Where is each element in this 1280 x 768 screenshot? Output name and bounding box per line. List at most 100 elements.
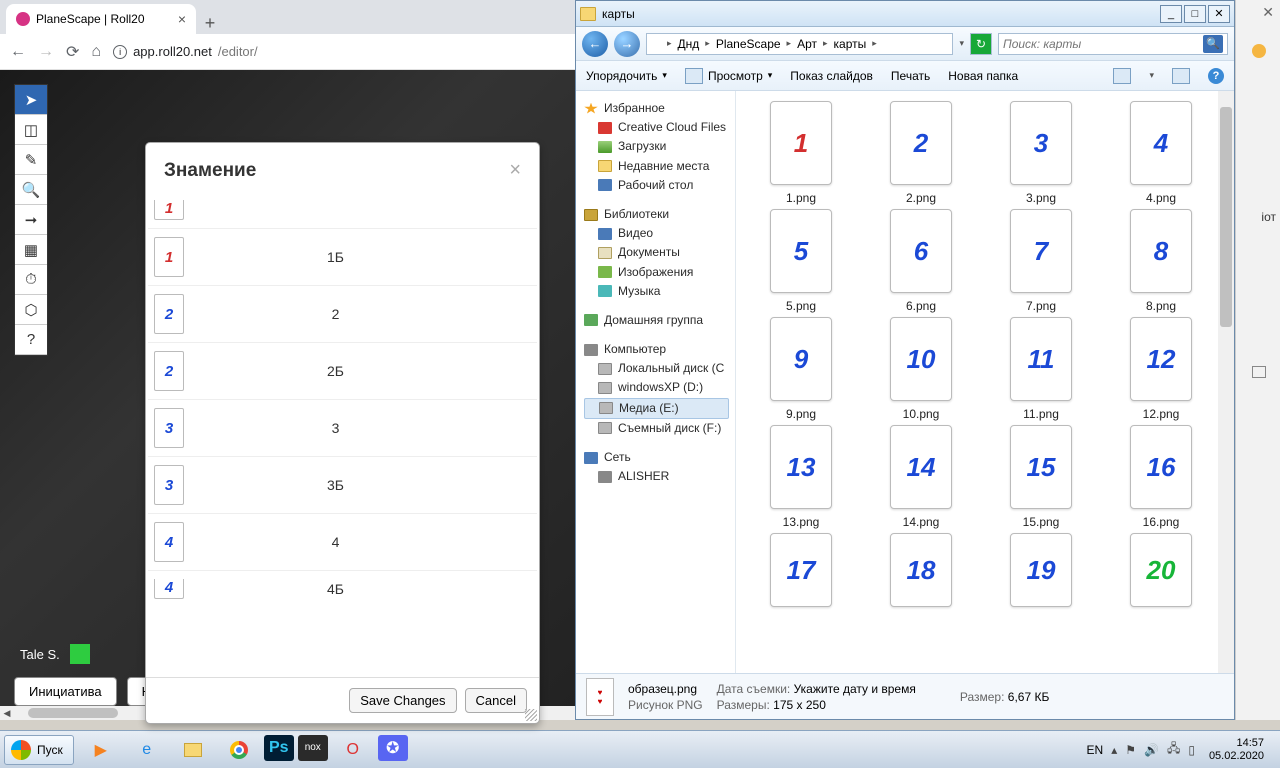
draw-tool-icon[interactable]: ✎ [15, 145, 47, 175]
browser-tab[interactable]: PlaneScape | Roll20 × [6, 4, 196, 34]
search-box[interactable]: 🔍 [998, 33, 1228, 55]
tray-battery-icon[interactable]: ▯ [1188, 743, 1195, 757]
chevron-right-icon[interactable]: ▸ [787, 38, 792, 49]
save-button[interactable]: Save Changes [349, 688, 456, 713]
file-item[interactable]: 17 [742, 533, 860, 607]
file-item[interactable]: 22.png [862, 101, 980, 205]
chevron-down-icon[interactable]: ▾ [959, 38, 964, 49]
card-row[interactable]: 1 [148, 192, 537, 228]
file-item[interactable]: 18 [862, 533, 980, 607]
file-item[interactable]: 1313.png [742, 425, 860, 529]
ie-icon[interactable]: e [126, 735, 168, 765]
maximize-icon[interactable]: □ [1184, 5, 1206, 23]
tree-item[interactable]: Музыка [584, 282, 735, 301]
resize-grip-icon[interactable] [525, 709, 537, 721]
card-row[interactable]: 33 [148, 399, 537, 456]
file-item[interactable]: 11.png [742, 101, 860, 205]
card-row[interactable]: 11Б [148, 228, 537, 285]
breadcrumb-segment[interactable]: Днд [674, 37, 704, 51]
view-options-icon[interactable] [1113, 68, 1131, 84]
minimize-icon[interactable]: _ [1160, 5, 1182, 23]
card-thumbnail[interactable]: 4 [154, 522, 184, 562]
breadcrumb-segment[interactable]: карты [830, 37, 871, 51]
cancel-button[interactable]: Cancel [465, 688, 527, 713]
tray-flag-icon[interactable]: ⚑ [1125, 743, 1136, 757]
breadcrumb-segment[interactable]: PlaneScape [712, 37, 785, 51]
explorer-titlebar[interactable]: карты _ □ ✕ [576, 1, 1234, 27]
tree-item[interactable]: Creative Cloud Files [584, 118, 735, 137]
card-row[interactable]: 22 [148, 285, 537, 342]
file-grid[interactable]: 11.png22.png33.png44.png 55.png66.png77.p… [736, 91, 1234, 673]
search-input[interactable] [1003, 37, 1203, 51]
card-row[interactable]: 44Б [148, 570, 537, 607]
refresh-icon[interactable]: ↻ [970, 33, 992, 55]
peek-icon[interactable] [1252, 366, 1266, 378]
start-button[interactable]: Пуск [4, 735, 74, 765]
file-item[interactable]: 20 [1102, 533, 1220, 607]
tree-item[interactable]: Загрузки [584, 137, 735, 156]
media-player-icon[interactable]: ▶ [80, 735, 122, 765]
file-item[interactable]: 1616.png [1102, 425, 1220, 529]
new-folder-button[interactable]: Новая папка [948, 69, 1018, 83]
card-thumbnail[interactable]: 4 [154, 579, 184, 599]
taskbar-clock[interactable]: 14:57 05.02.2020 [1203, 737, 1270, 762]
roll20-canvas[interactable]: ➤ ◫ ✎ 🔍 ➞ ▦ ⏱ ⬡ ? Знамение × 111Б2222Б33… [0, 70, 575, 720]
card-thumbnail[interactable]: 3 [154, 465, 184, 505]
background-window[interactable]: ✕ іот [1235, 0, 1280, 720]
file-item[interactable]: 1414.png [862, 425, 980, 529]
tree-group-header[interactable]: Домашняя группа [584, 311, 735, 330]
tree-item[interactable]: Съемный диск (F:) [584, 419, 735, 438]
file-item[interactable]: 44.png [1102, 101, 1220, 205]
dice-tool-icon[interactable]: ⬡ [15, 295, 47, 325]
layers-tool-icon[interactable]: ◫ [15, 115, 47, 145]
tree-item[interactable]: Локальный диск (C [584, 359, 735, 378]
site-info-icon[interactable]: i [113, 45, 127, 59]
discord-icon[interactable]: ✪ [378, 735, 408, 761]
tree-item[interactable]: Рабочий стол [584, 176, 735, 195]
card-row[interactable]: 33Б [148, 456, 537, 513]
tray-volume-icon[interactable]: 🔊 [1144, 743, 1159, 757]
breadcrumb[interactable]: ▸ Днд▸PlaneScape▸Арт▸карты▸ [646, 33, 953, 55]
search-icon[interactable]: 🔍 [1203, 35, 1223, 53]
file-item[interactable]: 19 [982, 533, 1100, 607]
new-tab-button[interactable]: + [196, 13, 224, 34]
tree-item[interactable]: Документы [584, 243, 735, 262]
print-button[interactable]: Печать [891, 69, 930, 83]
dialog-header[interactable]: Знамение × [146, 143, 539, 192]
tree-group-header[interactable]: Сеть [584, 448, 735, 467]
tray-chevron-icon[interactable]: ▴ [1111, 743, 1117, 757]
tree-item[interactable]: windowsXP (D:) [584, 378, 735, 397]
explorer-icon[interactable] [172, 735, 214, 765]
ruler-tool-icon[interactable]: ➞ [15, 205, 47, 235]
home-icon[interactable]: ⌂ [91, 43, 101, 61]
file-item[interactable]: 33.png [982, 101, 1100, 205]
help-tool-icon[interactable]: ? [15, 325, 47, 355]
chevron-right-icon[interactable]: ▸ [667, 38, 672, 49]
tree-group-header[interactable]: Избранное [584, 99, 735, 118]
dialog-close-icon[interactable]: × [509, 159, 521, 182]
card-thumbnail[interactable]: 3 [154, 408, 184, 448]
chevron-right-icon[interactable]: ▸ [705, 38, 710, 49]
slideshow-button[interactable]: Показ слайдов [790, 69, 873, 83]
card-thumbnail[interactable]: 1 [154, 237, 184, 277]
player-color-swatch[interactable] [70, 644, 90, 664]
help-icon[interactable]: ? [1208, 68, 1224, 84]
tree-item[interactable]: Изображения [584, 263, 735, 282]
tray-network-icon[interactable]: 🖧 [1167, 739, 1180, 760]
file-item[interactable]: 1515.png [982, 425, 1100, 529]
organize-menu[interactable]: Упорядочить ▾ [586, 69, 667, 83]
file-item[interactable]: 77.png [982, 209, 1100, 313]
file-item[interactable]: 66.png [862, 209, 980, 313]
nav-back-icon[interactable]: ← [582, 31, 608, 57]
preview-pane-icon[interactable] [1172, 68, 1190, 84]
forward-icon[interactable]: → [38, 43, 54, 61]
card-thumbnail[interactable]: 2 [154, 294, 184, 334]
file-item[interactable]: 55.png [742, 209, 860, 313]
close-icon[interactable]: ✕ [1208, 5, 1230, 23]
chevron-down-icon[interactable]: ▾ [1149, 70, 1154, 81]
address-bar[interactable]: i app.roll20.net/editor/ [113, 44, 258, 59]
file-item[interactable]: 1010.png [862, 317, 980, 421]
photoshop-icon[interactable]: Ps [264, 735, 294, 761]
view-menu[interactable]: Просмотр ▾ [685, 68, 772, 84]
file-item[interactable]: 88.png [1102, 209, 1220, 313]
